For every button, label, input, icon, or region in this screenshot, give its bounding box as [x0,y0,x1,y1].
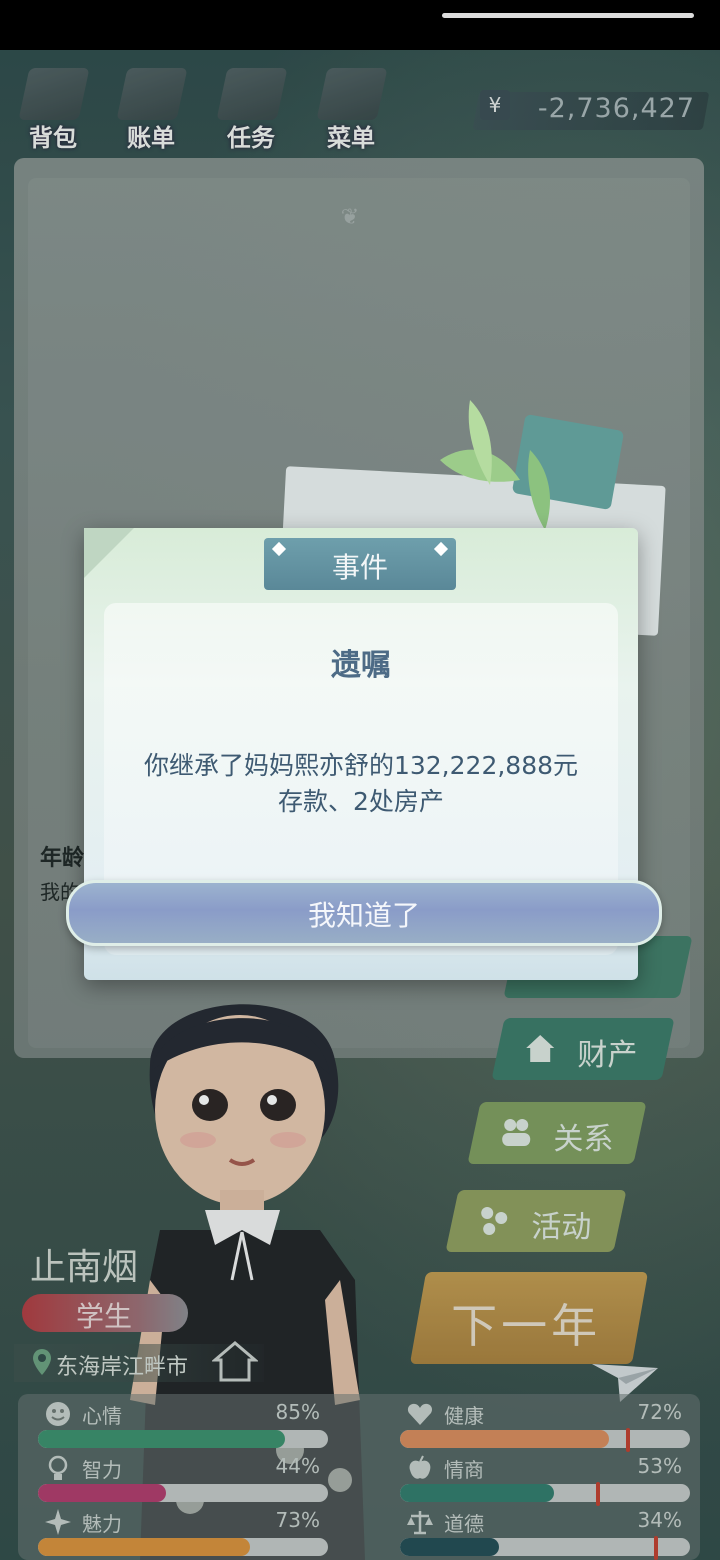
event-title: 遗嘱 [331,648,391,683]
dialog-tab: 事件 [264,538,456,590]
dialog-tab-title: 事件 [331,551,388,584]
event-text-line: 你继承了妈妈熙亦舒的132,222,888元 [143,751,579,780]
event-text-line: 存款、2处房产 [278,787,444,816]
dialog-fold [84,528,134,578]
home-indicator [442,13,694,18]
acknowledge-button[interactable]: 我知道了 [66,880,662,946]
event-description: 你继承了妈妈熙亦舒的132,222,888元 存款、2处房产 [104,748,618,820]
status-bar [0,0,720,50]
acknowledge-label: 我知道了 [307,899,420,932]
leaf-decoration-icon [440,400,624,530]
